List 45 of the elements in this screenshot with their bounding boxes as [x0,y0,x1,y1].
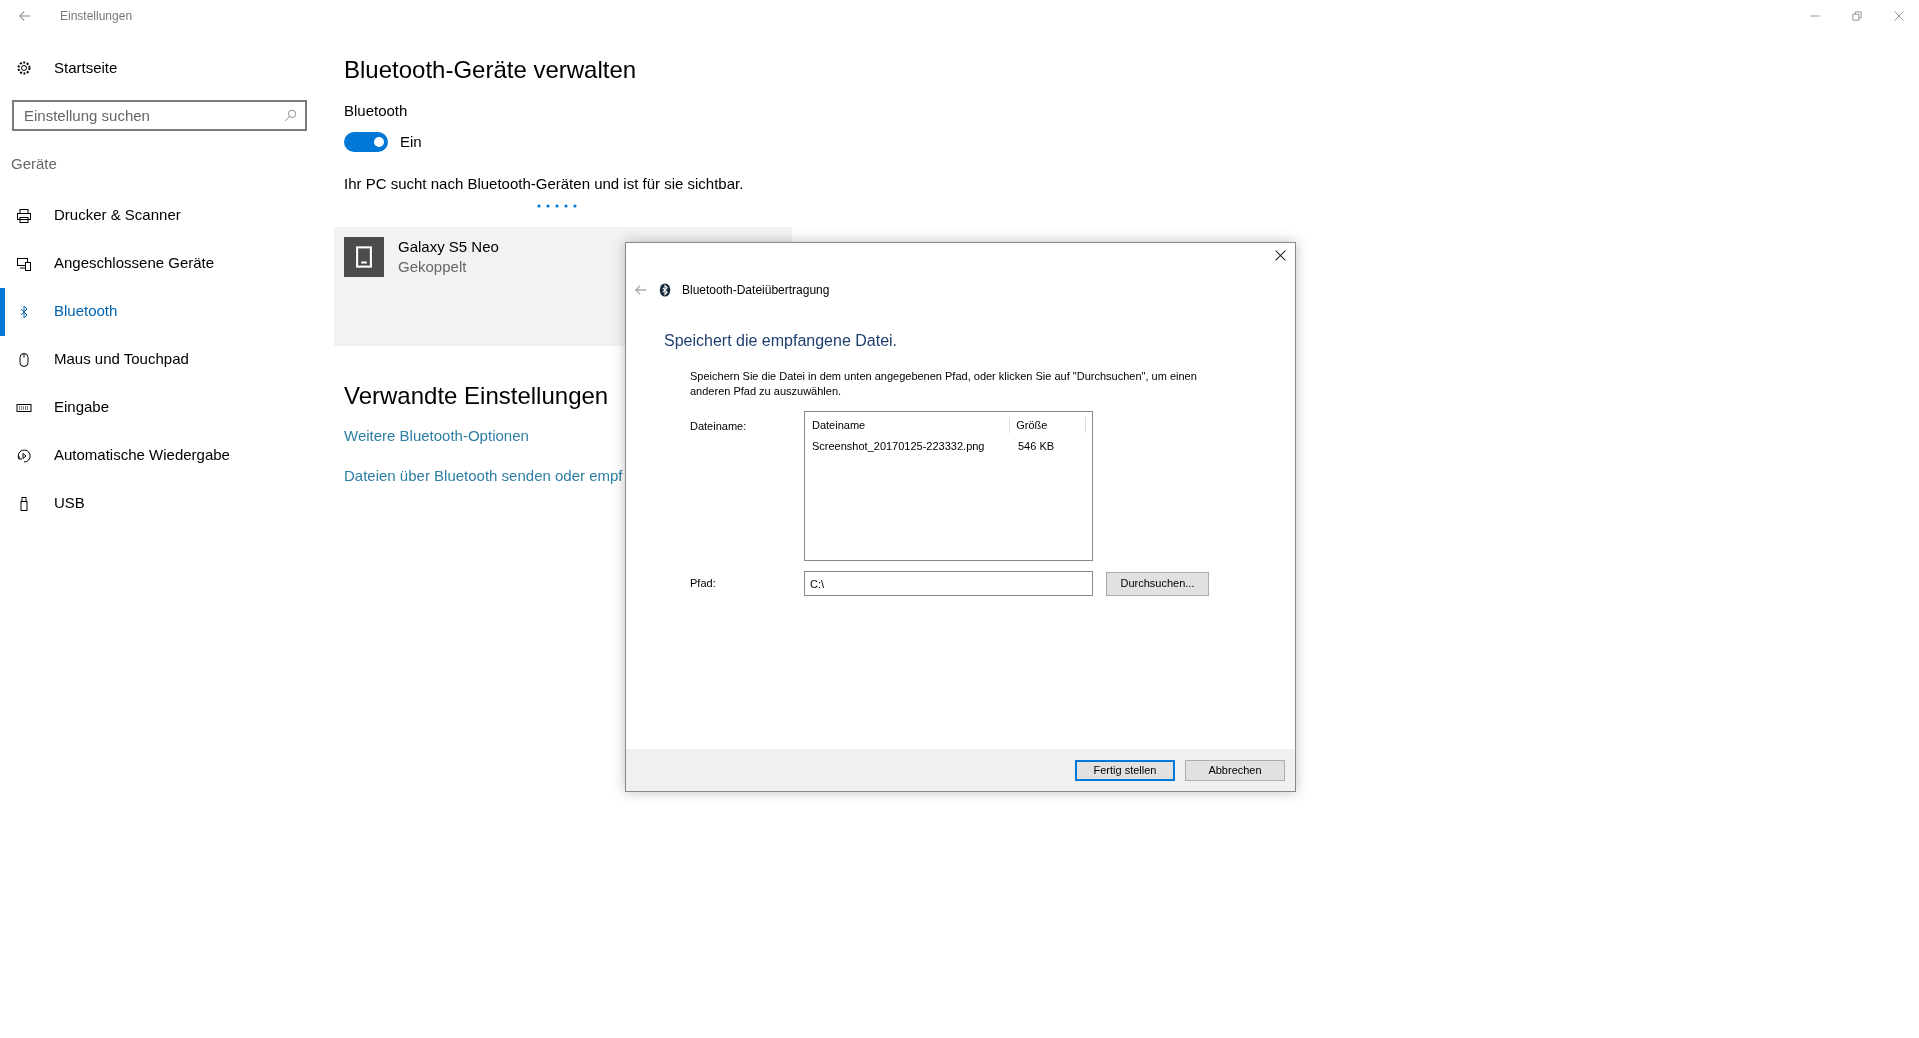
printer-icon [16,207,32,224]
dialog-button[interactable]: Abbrechen [1185,759,1285,781]
file-list[interactable]: Dateiname Größe Screenshot_20170125-223332.png 546 KB [804,411,1093,561]
autoplay-icon [16,447,32,464]
nav-item[interactable]: Maus und Touchpad [0,335,334,384]
column-header[interactable]: Größe [1010,417,1086,433]
progress-dots-icon [537,203,577,208]
section-heading: Geräte [11,154,57,174]
path-field[interactable]: C:\ [804,571,1093,596]
back-arrow-icon[interactable] [634,283,648,297]
page-title: Bluetooth-Geräte verwalten [344,55,637,85]
nav-item[interactable]: USB [0,479,334,528]
toggle-state: Ein [400,131,422,152]
bluetooth-toggle[interactable] [344,131,388,152]
mouse-icon [16,351,32,368]
dialog-description: Speichern Sie die Datei in dem unten angegebenen Pfad, oder klicken Sie auf "Durchsuchen", um einen anderen Pfad zu auszuwählen. [690,369,1198,399]
nav-item[interactable]: Angeschlossene Geräte [0,239,334,288]
device-status: Gekoppelt [398,256,468,277]
search-icon [284,109,297,122]
toggle-label: Bluetooth [344,101,408,121]
window-title: Einstellungen [60,8,133,25]
file-cell-text: Screenshot_20170125-223332.png [811,439,986,453]
settings-link[interactable]: Weitere Bluetooth-Optionen [344,423,529,448]
browse-button[interactable]: Durchsuchen... [1106,571,1209,596]
field-label: Dateiname: [690,419,748,434]
nav-item[interactable]: Automatische Wiedergabe [0,431,334,480]
dialog-button[interactable]: Fertig stellen [1075,759,1175,781]
nav-item[interactable]: Eingabe [0,383,334,432]
devices-icon [16,255,32,272]
settings-icon [16,60,32,76]
nav-item[interactable]: Drucker & Scanner [0,191,334,240]
settings-link[interactable]: Dateien über Bluetooth senden oder empf [344,463,623,488]
column-header[interactable]: Dateiname [811,417,1011,433]
status-text: Ihr PC sucht nach Bluetooth-Geräten und ist für sie sichtbar. [344,174,744,194]
phone-icon [344,236,384,277]
home-nav-item[interactable]: Startseite [0,48,334,88]
file-cell-text: 546 KB [1017,439,1055,453]
back-arrow-icon[interactable] [18,9,32,23]
restore-icon[interactable] [1851,10,1863,22]
device-name: Galaxy S5 Neo [398,236,499,257]
search-field[interactable]: Einstellung suchen [12,100,307,131]
close-icon[interactable] [1274,249,1287,262]
section-title: Verwandte Einstellungen [344,380,609,411]
field-label: Pfad: [690,576,717,592]
bluetooth-icon [658,283,672,297]
